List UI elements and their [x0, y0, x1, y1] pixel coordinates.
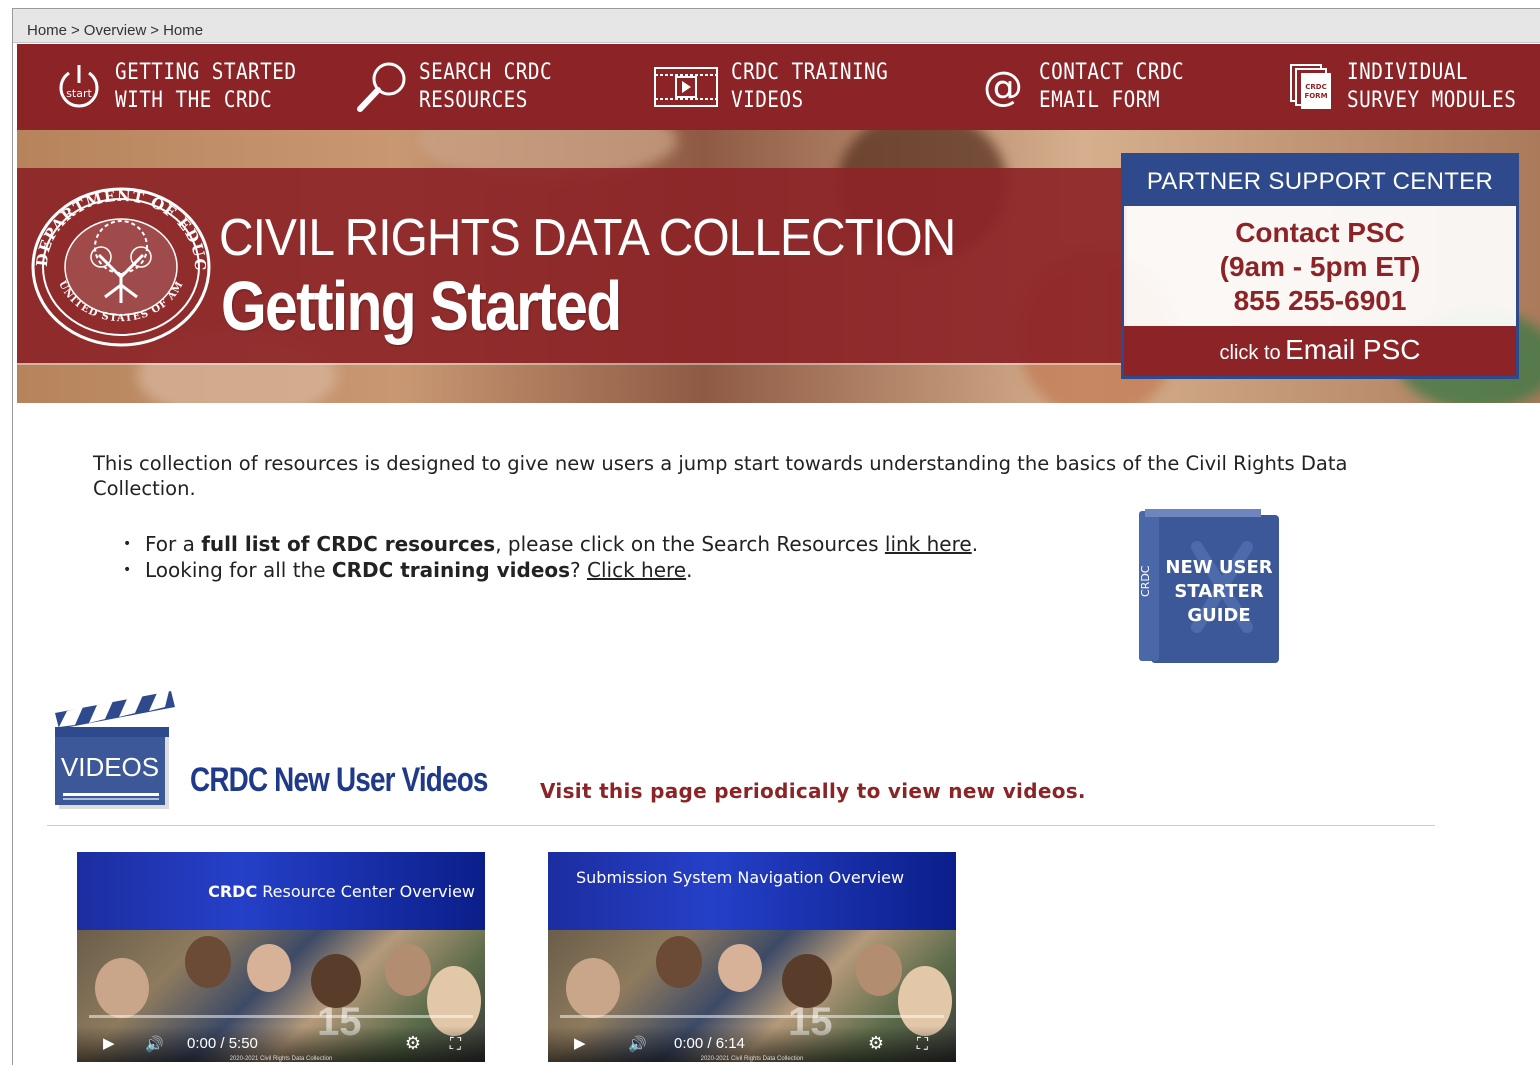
videos-section-title: CRDC New User Videos Visit this page per… — [190, 761, 1086, 803]
nav-label: GETTING STARTED WITH THE CRDC — [115, 60, 297, 113]
breadcrumb-current: Home — [163, 22, 204, 39]
video-time: 0:00 / 5:50 — [187, 1035, 258, 1052]
video-caption: 2020-2021 Civil Rights Data Collection — [700, 1056, 804, 1062]
video-progress-bar[interactable] — [560, 1015, 944, 1018]
partner-support-center: PARTNER SUPPORT CENTER Contact PSC (9am … — [1121, 153, 1519, 379]
breadcrumb: Home > Overview > Home — [13, 9, 1540, 43]
video-caption: 2020-2021 Civil Rights Data Collection — [229, 1056, 333, 1062]
nav-label: CRDC TRAINING VIDEOS — [731, 60, 889, 113]
breadcrumb-sep: > — [71, 22, 80, 39]
svg-text:GUIDE: GUIDE — [1187, 605, 1250, 626]
nav-label: SEARCH CRDC RESOURCES — [419, 60, 553, 113]
video-thumbnail: 15 ▶ 🔊 0:00 / 6:14 ⚙ ⛶ 2020-2021 Civil R… — [548, 930, 956, 1062]
new-user-starter-guide-book[interactable]: CRDC NEW USER STARTER GUIDE — [1137, 507, 1282, 664]
breadcrumb-overview[interactable]: Overview — [84, 22, 147, 39]
resource-bullets: For a full list of CRDC resources, pleas… — [119, 531, 978, 583]
videos-note: Visit this page periodically to view new… — [540, 779, 1086, 803]
settings-gear-icon[interactable]: ⚙ — [405, 1033, 421, 1054]
volume-icon[interactable]: 🔊 — [628, 1035, 647, 1053]
video-progress-bar[interactable] — [89, 1015, 473, 1018]
breadcrumb-sep: > — [150, 22, 160, 39]
hero-title: CIVIL RIGHTS DATA COLLECTION — [219, 209, 956, 267]
play-icon[interactable]: ▶ — [103, 1034, 115, 1052]
intro-paragraph: This collection of resources is designed… — [93, 452, 1348, 500]
svg-text:CRDC: CRDC — [1305, 83, 1326, 91]
magnifier-icon — [355, 59, 411, 115]
search-resources-link[interactable]: link here — [885, 532, 972, 556]
volume-icon[interactable]: 🔊 — [145, 1035, 164, 1053]
video-player-submission-system[interactable]: Submission System Navigation Overview 15… — [548, 852, 956, 1062]
documents-icon: CRDC FORM — [1283, 59, 1339, 115]
video-player-resource-center[interactable]: CRDC Resource Center Overview 15 ▶ 🔊 0:0… — [77, 852, 485, 1062]
training-videos-link[interactable]: Click here — [587, 558, 686, 582]
video-time: 0:00 / 6:14 — [674, 1035, 745, 1052]
video-controls: ▶ 🔊 0:00 / 5:50 ⚙ ⛶ 2020-2021 Civil Righ… — [77, 1026, 485, 1062]
list-item: Looking for all the CRDC training videos… — [119, 557, 978, 583]
psc-header: PARTNER SUPPORT CENTER — [1124, 156, 1516, 206]
svg-text:start: start — [66, 87, 92, 100]
nav-search-resources[interactable]: SEARCH CRDC RESOURCES — [355, 44, 570, 130]
video-title-banner: Submission System Navigation Overview — [548, 852, 956, 930]
play-icon[interactable]: ▶ — [574, 1034, 586, 1052]
svg-text:STARTER: STARTER — [1174, 581, 1263, 602]
svg-text:CRDC: CRDC — [1139, 565, 1152, 597]
svg-text:VIDEOS: VIDEOS — [61, 752, 159, 782]
nav-label: INDIVIDUAL SURVEY MODULES — [1347, 60, 1517, 113]
video-controls: ▶ 🔊 0:00 / 6:14 ⚙ ⛶ 2020-2021 Civil Righ… — [548, 1026, 956, 1062]
hero-banner: DEPARTMENT OF EDUCATION UNITED STATES OF… — [17, 130, 1540, 403]
nav-label: CONTACT CRDC EMAIL FORM — [1039, 60, 1185, 113]
fullscreen-icon[interactable]: ⛶ — [450, 1036, 461, 1054]
nav-getting-started[interactable]: start GETTING STARTED WITH THE CRDC — [51, 44, 321, 130]
svg-text:FORM: FORM — [1304, 92, 1327, 100]
breadcrumb-home[interactable]: Home — [27, 22, 67, 39]
page-frame: Home > Overview > Home start GETTING STARTED… — [12, 8, 1540, 1065]
svg-text:NEW USER: NEW USER — [1165, 557, 1272, 578]
at-sign-icon: @ — [983, 64, 1023, 110]
video-title-banner: CRDC Resource Center Overview — [77, 852, 485, 930]
nav-training-videos[interactable]: CRDC TRAINING VIDEOS — [653, 44, 910, 130]
email-psc-button[interactable]: click to Email PSC — [1124, 326, 1516, 376]
nav-contact-email[interactable]: @ CONTACT CRDC EMAIL FORM — [975, 44, 1204, 130]
settings-gear-icon[interactable]: ⚙ — [868, 1033, 884, 1054]
film-strip-icon — [653, 59, 719, 115]
videos-heading: CRDC New User Videos — [190, 761, 488, 799]
hero-subtitle: Getting Started — [221, 267, 622, 345]
fullscreen-icon[interactable]: ⛶ — [917, 1036, 928, 1054]
main-navbar: start GETTING STARTED WITH THE CRDC SEARC… — [17, 44, 1540, 130]
psc-contact: Contact PSC (9am - 5pm ET) 855 255-6901 — [1219, 217, 1421, 316]
section-divider — [47, 825, 1435, 826]
nav-survey-modules[interactable]: CRDC FORM INDIVIDUAL SURVEY MODULES — [1283, 44, 1539, 130]
department-seal-logo: DEPARTMENT OF EDUCATION UNITED STATES OF… — [29, 185, 211, 347]
videos-clapperboard-icon: VIDEOS — [55, 691, 175, 809]
list-item: For a full list of CRDC resources, pleas… — [119, 531, 978, 557]
start-power-icon: start — [51, 59, 107, 115]
video-thumbnail: 15 ▶ 🔊 0:00 / 5:50 ⚙ ⛶ 2020-2021 Civil R… — [77, 930, 485, 1062]
